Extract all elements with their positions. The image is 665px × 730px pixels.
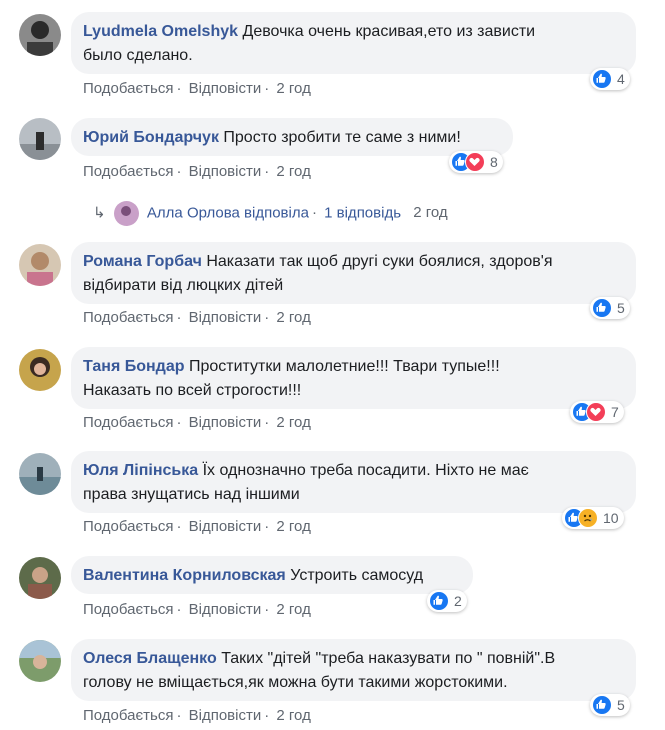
comment-bubble: Юля Ліпінська Їх однозначно треба посади… bbox=[71, 451, 636, 513]
like-link[interactable]: Подобається bbox=[83, 163, 173, 180]
comment-author[interactable]: Юрий Бондарчук bbox=[83, 129, 219, 146]
comment-actions: Подобається · Відповісти · 2 год bbox=[83, 414, 311, 431]
comment-text-2: голову не вміщається,як можна бути таким… bbox=[83, 674, 508, 691]
avatar[interactable] bbox=[19, 244, 61, 286]
like-link[interactable]: Подобається bbox=[83, 80, 173, 97]
reaction-count: 7 bbox=[611, 404, 619, 420]
reaction-summary[interactable]: 2 bbox=[427, 590, 467, 612]
comment-actions: Подобається · Відповісти · 2 год bbox=[83, 163, 311, 180]
like-reaction-icon bbox=[592, 298, 612, 318]
timestamp[interactable]: 2 год bbox=[276, 601, 310, 618]
reply-verb: відповіла bbox=[244, 204, 309, 222]
comment-actions: Подобається · Відповісти · 2 год bbox=[83, 518, 311, 535]
replies-summary[interactable]: ↳ Алла Орлова відповіла · 1 відповідь 2 г… bbox=[93, 201, 448, 226]
like-reaction-icon bbox=[429, 591, 449, 611]
avatar[interactable] bbox=[19, 453, 61, 495]
comment-bubble: Валентина Корниловская Устроить самосуд bbox=[71, 556, 473, 594]
avatar[interactable] bbox=[19, 349, 61, 391]
comment-author[interactable]: Lyudmela Omelshyk bbox=[83, 23, 238, 40]
comment-text: Девочка очень красивая,ето из зависти bbox=[242, 23, 536, 40]
like-link[interactable]: Подобається bbox=[83, 707, 173, 724]
comment-actions: Подобається · Відповісти · 2 год bbox=[83, 80, 311, 97]
comment-actions: Подобається · Відповісти · 2 год bbox=[83, 601, 311, 618]
like-reaction-icon bbox=[592, 695, 612, 715]
comment-text: Їх однозначно треба посадити. Ніхто не м… bbox=[202, 462, 529, 479]
reply-link[interactable]: Відповісти bbox=[189, 707, 262, 724]
comment-author[interactable]: Валентина Корниловская bbox=[83, 567, 286, 584]
comment-text: Просто зробити те саме з ними! bbox=[223, 129, 461, 146]
timestamp[interactable]: 2 год bbox=[276, 707, 310, 724]
like-link[interactable]: Подобається bbox=[83, 414, 173, 431]
reply-link[interactable]: Відповісти bbox=[189, 414, 262, 431]
comment-author[interactable]: Олеся Блащенко bbox=[83, 650, 217, 667]
comment-bubble: Lyudmela Omelshyk Девочка очень красивая… bbox=[71, 12, 636, 74]
comment-text-2: Наказать по всей строгости!!! bbox=[83, 382, 302, 399]
reaction-count: 5 bbox=[617, 300, 625, 316]
reaction-summary[interactable]: 7 bbox=[570, 401, 624, 423]
reaction-count: 10 bbox=[603, 510, 619, 526]
reaction-summary[interactable]: 10 bbox=[562, 507, 624, 529]
comment-author[interactable]: Романа Горбач bbox=[83, 253, 202, 270]
avatar[interactable] bbox=[19, 118, 61, 160]
comment-text: Таких "дітей "треба наказувати по " повн… bbox=[221, 650, 556, 667]
comment-bubble: Таня Бондар Проститутки малолетние!!! Тв… bbox=[71, 347, 636, 409]
comment-bubble: Олеся Блащенко Таких "дітей "треба наказ… bbox=[71, 639, 636, 701]
comment-text-2: права знущатись над іншими bbox=[83, 486, 300, 503]
timestamp[interactable]: 2 год bbox=[276, 414, 310, 431]
reply-time: 2 год bbox=[413, 204, 448, 222]
avatar[interactable] bbox=[19, 640, 61, 682]
comment-actions: Подобається · Відповісти · 2 год bbox=[83, 707, 311, 724]
comment-text-2: відбирати від люцких дітей bbox=[83, 277, 284, 294]
reply-link[interactable]: Відповісти bbox=[189, 518, 262, 535]
comment-text: Проститутки малолетние!!! Твари тупые!!! bbox=[188, 358, 500, 375]
avatar[interactable] bbox=[19, 557, 61, 599]
reaction-count: 4 bbox=[617, 71, 625, 87]
reaction-count: 2 bbox=[454, 593, 462, 609]
timestamp[interactable]: 2 год bbox=[276, 163, 310, 180]
timestamp[interactable]: 2 год bbox=[276, 518, 310, 535]
like-reaction-icon bbox=[592, 69, 612, 89]
timestamp[interactable]: 2 год bbox=[276, 309, 310, 326]
like-link[interactable]: Подобається bbox=[83, 601, 173, 618]
like-link[interactable]: Подобається bbox=[83, 309, 173, 326]
comment-author[interactable]: Таня Бондар bbox=[83, 358, 184, 375]
comment-actions: Подобається · Відповісти · 2 год bbox=[83, 309, 311, 326]
reaction-summary[interactable]: 5 bbox=[590, 297, 630, 319]
reply-count: 1 відповідь bbox=[324, 204, 402, 222]
reaction-summary[interactable]: 8 bbox=[449, 151, 503, 173]
reply-author: Алла Орлова bbox=[146, 204, 240, 222]
love-reaction-icon bbox=[465, 152, 485, 172]
reply-link[interactable]: Відповісти bbox=[189, 80, 262, 97]
reaction-summary[interactable]: 4 bbox=[590, 68, 630, 90]
reaction-count: 8 bbox=[490, 154, 498, 170]
timestamp[interactable]: 2 год bbox=[276, 80, 310, 97]
sad-reaction-icon bbox=[578, 508, 598, 528]
comment-author[interactable]: Юля Ліпінська bbox=[83, 462, 198, 479]
love-reaction-icon bbox=[586, 402, 606, 422]
comment-text: Наказати так щоб другі суки боялися, здо… bbox=[206, 253, 553, 270]
reaction-summary[interactable]: 5 bbox=[590, 694, 630, 716]
like-link[interactable]: Подобається bbox=[83, 518, 173, 535]
comment-bubble: Романа Горбач Наказати так щоб другі сук… bbox=[71, 242, 636, 304]
comment-text: Устроить самосуд bbox=[290, 567, 424, 584]
avatar[interactable] bbox=[19, 14, 61, 56]
reply-link[interactable]: Відповісти bbox=[189, 601, 262, 618]
reaction-count: 5 bbox=[617, 697, 625, 713]
reply-link[interactable]: Відповісти bbox=[189, 163, 262, 180]
reply-arrow-icon: ↳ bbox=[93, 204, 106, 222]
reply-link[interactable]: Відповісти bbox=[189, 309, 262, 326]
reply-avatar bbox=[113, 201, 139, 226]
comment-text-2: было сделано. bbox=[83, 47, 193, 64]
comment-bubble: Юрий Бондарчук Просто зробити те саме з … bbox=[71, 118, 513, 156]
